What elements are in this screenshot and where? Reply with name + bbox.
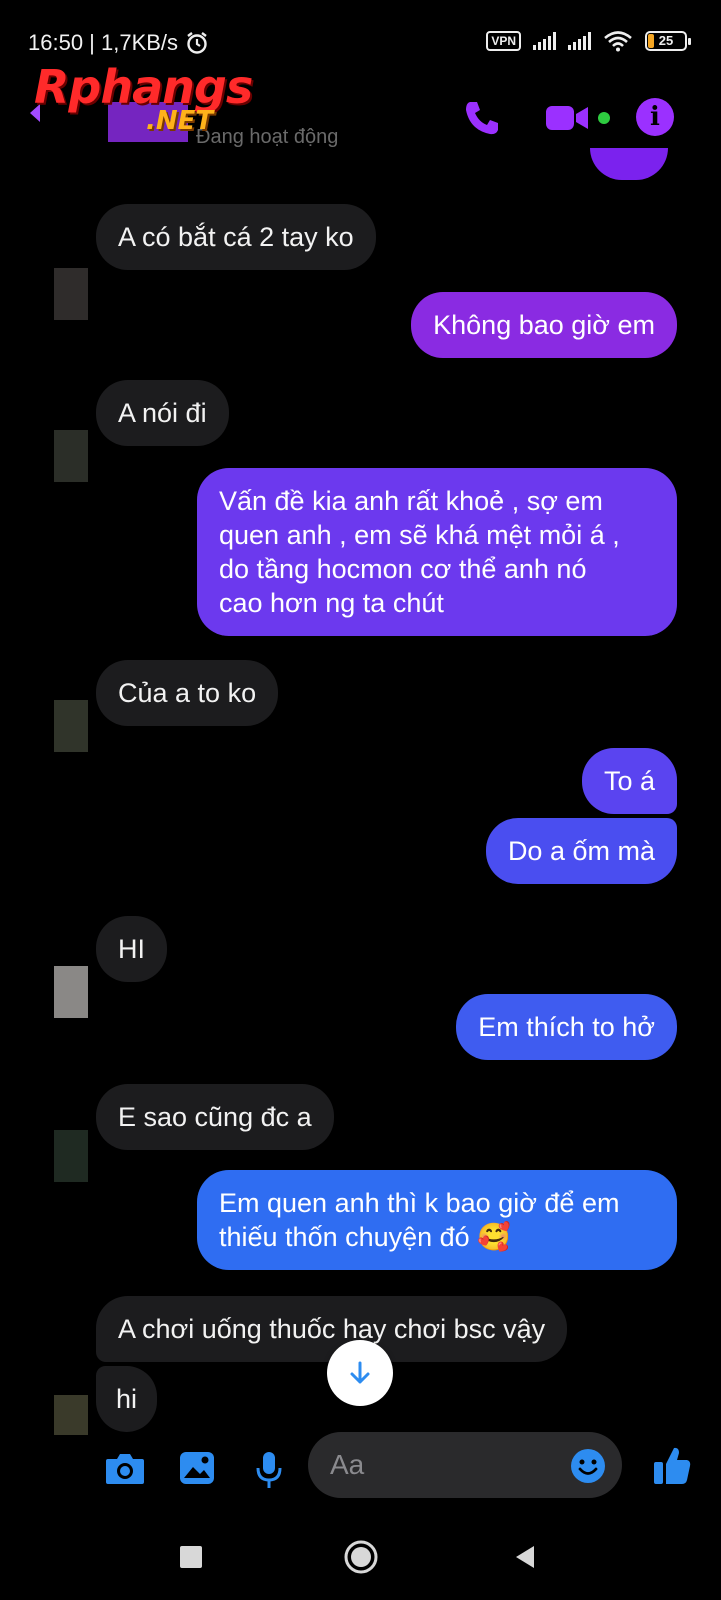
online-status-dot (598, 112, 610, 124)
message-composer (0, 1430, 721, 1510)
chat-header: Đang hoạt động Rphangs .NET i (0, 60, 721, 160)
info-icon[interactable]: i (636, 98, 674, 136)
signal-icon (533, 32, 556, 50)
message-bubble-incoming[interactable]: A chơi uống thuốc hay chơi bsc vậy (96, 1296, 568, 1362)
previous-message-bubble-edge (590, 148, 668, 180)
sender-avatar[interactable] (54, 1130, 88, 1182)
message-bubble-outgoing[interactable]: Không bao giờ em (411, 292, 677, 358)
message-input[interactable] (330, 1446, 550, 1484)
emoji-icon[interactable] (570, 1448, 606, 1484)
watermark-domain: .NET (146, 106, 214, 136)
message-bubble-incoming[interactable]: E sao cũng đc a (96, 1084, 334, 1150)
watermark-logo: Rphangs .NET (34, 60, 253, 136)
message-bubble-incoming[interactable]: hi (96, 1366, 158, 1432)
android-navigation-bar (0, 1520, 721, 1600)
message-bubble-incoming[interactable]: Của a to ko (96, 660, 279, 726)
recent-apps-button[interactable] (180, 1546, 202, 1568)
time-and-speed: 16:50 | 1,7KB/s (28, 30, 179, 55)
sender-avatar[interactable] (54, 268, 88, 320)
arrow-down-icon (350, 1361, 370, 1384)
video-call-icon[interactable] (544, 98, 590, 138)
sender-avatar[interactable] (54, 700, 88, 752)
message-bubble-incoming[interactable]: A có bắt cá 2 tay ko (96, 204, 376, 270)
message-bubble-outgoing[interactable]: Em thích to hở (456, 994, 677, 1060)
signal-icon-2 (568, 32, 591, 50)
microphone-icon[interactable] (254, 1450, 284, 1490)
sender-avatar[interactable] (54, 1395, 88, 1435)
message-input-pill[interactable] (308, 1432, 622, 1498)
message-bubble-outgoing[interactable]: Vấn đề kia anh rất khoẻ , sợ em quen anh… (197, 468, 677, 636)
phone-call-icon[interactable] (462, 98, 502, 138)
home-button[interactable] (343, 1539, 379, 1575)
sender-avatar[interactable] (54, 430, 88, 482)
message-bubble-outgoing[interactable]: Do a ốm mà (485, 818, 677, 884)
message-bubble-incoming[interactable]: HI (96, 916, 167, 982)
scroll-to-bottom-button[interactable] (327, 1340, 393, 1406)
battery-level: 25 (658, 33, 674, 48)
alarm-icon (187, 32, 207, 54)
like-icon[interactable] (652, 1444, 692, 1486)
sender-avatar[interactable] (54, 966, 88, 1018)
gallery-icon[interactable] (178, 1450, 216, 1486)
status-bar: 16:50 | 1,7KB/s VPN 25 (0, 0, 721, 60)
camera-icon[interactable] (104, 1450, 146, 1486)
wifi-icon (604, 31, 632, 52)
contact-active-status: Đang hoạt động (196, 126, 339, 148)
status-right: VPN 25 (486, 30, 691, 52)
status-left: 16:50 | 1,7KB/s (28, 30, 210, 56)
message-bubble-outgoing[interactable]: Em quen anh thì k bao giờ để em thiếu th… (197, 1170, 677, 1270)
watermark-text: Rphangs (34, 60, 253, 114)
back-button[interactable] (512, 1544, 538, 1570)
message-bubble-incoming[interactable]: A nói đi (96, 380, 229, 446)
message-bubble-outgoing[interactable]: To á (581, 748, 677, 814)
battery-icon: 25 (645, 31, 691, 51)
vpn-badge: VPN (486, 31, 521, 51)
